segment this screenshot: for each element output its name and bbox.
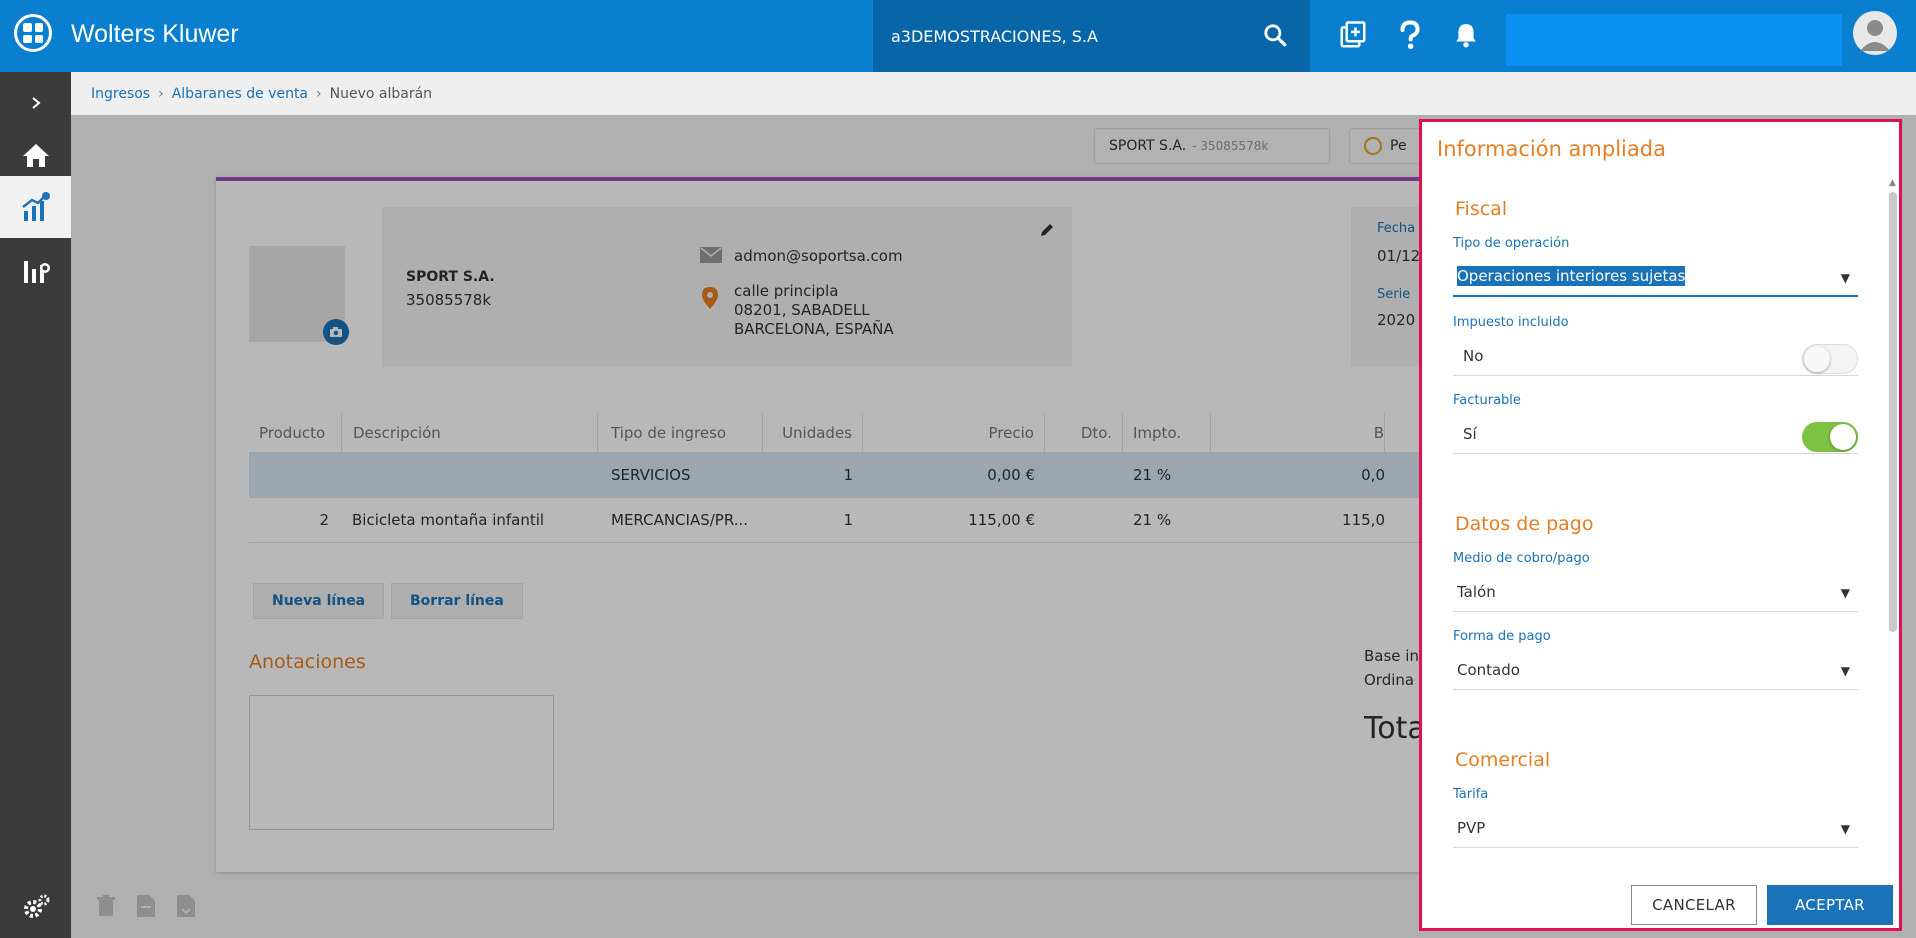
section-fiscal: Fiscal	[1455, 198, 1508, 220]
brand-name: Wolters Kluwer	[71, 20, 239, 48]
sidebar-item-analytics[interactable]	[0, 238, 71, 300]
dropdown-arrow-icon: ▼	[1840, 664, 1850, 678]
top-bar: Wolters Kluwer a3DEMOSTRACIONES, S.A	[0, 0, 1916, 72]
tax-included-toggle[interactable]	[1802, 344, 1858, 374]
billable-value: Sí	[1463, 424, 1477, 443]
accept-button[interactable]: ACEPTAR	[1767, 885, 1893, 925]
help-icon[interactable]	[1397, 20, 1423, 54]
payment-method-label: Medio de cobro/pago	[1453, 551, 1590, 566]
payment-method-field: Medio de cobro/pago Talón ▼	[1453, 551, 1858, 612]
breadcrumb: Ingresos › Albaranes de venta › Nuevo al…	[71, 72, 1916, 115]
chevron-right-icon: ›	[158, 85, 164, 102]
scroll-thumb[interactable]	[1889, 192, 1897, 632]
tax-included-field: Impuesto incluido No	[1453, 315, 1858, 376]
payment-form-value: Contado	[1457, 660, 1520, 679]
billable-toggle[interactable]	[1802, 422, 1858, 452]
payment-form-label: Forma de pago	[1453, 629, 1551, 644]
cancel-button[interactable]: CANCELAR	[1631, 885, 1757, 925]
chevron-right-icon	[31, 97, 41, 109]
add-document-icon[interactable]	[1338, 20, 1368, 54]
panel-scrollbar[interactable]: ▲ ▼	[1887, 178, 1899, 872]
rate-select[interactable]: PVP ▼	[1453, 808, 1858, 848]
operation-type-value: Operaciones interiores sujetas	[1457, 266, 1686, 286]
extended-info-panel: Información ampliada ▲ ▼ Fiscal Tipo de …	[1419, 119, 1902, 931]
sidebar	[0, 72, 71, 938]
billable-label: Facturable	[1453, 393, 1521, 408]
tax-included-control: No	[1453, 336, 1858, 376]
bell-icon[interactable]	[1453, 20, 1479, 54]
operation-type-field: Tipo de operación Operaciones interiores…	[1453, 236, 1858, 297]
sidebar-item-income[interactable]	[0, 176, 71, 238]
chart-icon	[21, 192, 50, 221]
chevron-right-icon: ›	[316, 85, 322, 102]
payment-method-select[interactable]: Talón ▼	[1453, 572, 1858, 612]
dropdown-arrow-icon: ▼	[1840, 586, 1850, 600]
wolters-kluwer-logo[interactable]	[14, 14, 52, 52]
operation-type-select[interactable]: Operaciones interiores sujetas ▼	[1453, 257, 1858, 297]
breadcrumb-albaranes[interactable]: Albaranes de venta	[172, 86, 308, 102]
operation-type-label: Tipo de operación	[1453, 236, 1570, 251]
section-commercial: Comercial	[1455, 749, 1551, 771]
billable-control: Sí	[1453, 414, 1858, 454]
company-name: a3DEMOSTRACIONES, S.A	[891, 26, 1098, 46]
panel-title: Información ampliada	[1437, 137, 1666, 161]
section-payment: Datos de pago	[1455, 513, 1594, 535]
payment-form-select[interactable]: Contado ▼	[1453, 650, 1858, 690]
rate-value: PVP	[1457, 818, 1486, 837]
rate-field: Tarifa PVP ▼	[1453, 787, 1858, 848]
dropdown-arrow-icon: ▼	[1840, 822, 1850, 836]
analytics-icon	[23, 261, 50, 283]
dropdown-arrow-icon: ▼	[1840, 271, 1850, 285]
payment-method-value: Talón	[1457, 582, 1496, 601]
tax-included-label: Impuesto incluido	[1453, 315, 1569, 330]
home-icon	[22, 144, 49, 167]
search-icon[interactable]	[1262, 22, 1288, 52]
breadcrumb-current: Nuevo albarán	[329, 85, 433, 102]
breadcrumb-ingresos[interactable]: Ingresos	[91, 86, 150, 102]
billable-field: Facturable Sí	[1453, 393, 1858, 454]
payment-form-field: Forma de pago Contado ▼	[1453, 629, 1858, 690]
scroll-up-icon[interactable]: ▲	[1889, 178, 1896, 188]
user-name-box[interactable]	[1506, 14, 1842, 66]
tax-included-value: No	[1463, 346, 1484, 365]
avatar[interactable]	[1853, 11, 1897, 55]
rate-label: Tarifa	[1453, 787, 1489, 802]
sidebar-item-settings[interactable]	[0, 876, 71, 938]
company-selector[interactable]: a3DEMOSTRACIONES, S.A	[873, 0, 1310, 72]
gear-icon	[23, 894, 49, 918]
